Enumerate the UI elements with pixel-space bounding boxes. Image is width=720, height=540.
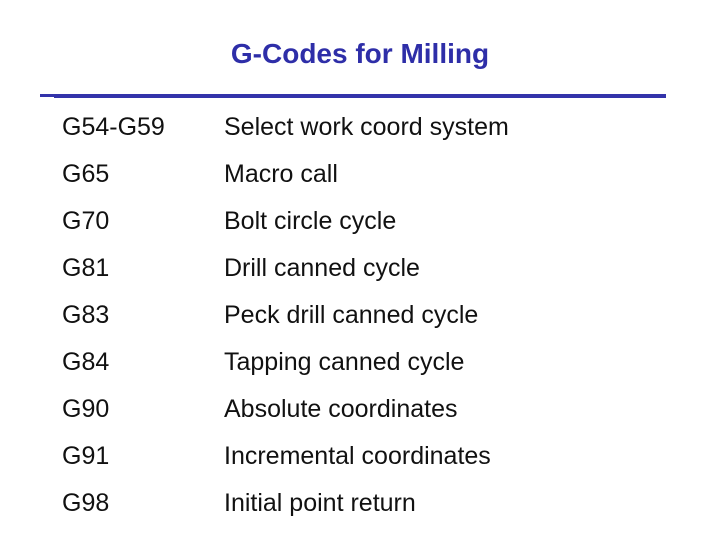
gcode: G83 [62, 301, 110, 329]
gcode: G70 [62, 207, 110, 235]
gcode-row: G65 Macro call [62, 151, 509, 198]
gcode-row: G84 Tapping canned cycle [62, 339, 509, 386]
gcode-row: G54-G59 Select work coord system [62, 104, 509, 151]
gcode-description: Select work coord system [224, 113, 509, 141]
gcode-row: G83 Peck drill canned cycle [62, 292, 509, 339]
gcode-row: G90 Absolute coordinates [62, 386, 509, 433]
gcode: G81 [62, 254, 110, 282]
gcode-row: G81 Drill canned cycle [62, 245, 509, 292]
gcode-description: Absolute coordinates [224, 395, 458, 423]
gcode-description: Incremental coordinates [224, 442, 491, 470]
gcode-row: G70 Bolt circle cycle [62, 198, 509, 245]
gcode-description: Bolt circle cycle [224, 207, 397, 235]
gcode-description: Tapping canned cycle [224, 348, 465, 376]
gcode-row: G98 Initial point return [62, 480, 509, 527]
slide-title: G-Codes for Milling [230, 38, 490, 69]
gcode-description: Peck drill canned cycle [224, 301, 479, 329]
gcode-description: Drill canned cycle [224, 254, 420, 282]
gcode: G90 [62, 395, 110, 423]
gcode-row: G91 Incremental coordinates [62, 433, 509, 480]
gcode: G65 [62, 160, 110, 188]
gcode-description: Macro call [224, 160, 338, 188]
gcode: G98 [62, 489, 110, 517]
gcode: G91 [62, 442, 110, 470]
gcode: G54-G59 [62, 113, 165, 141]
gcode: G84 [62, 348, 110, 376]
gcode-description: Initial point return [224, 489, 416, 517]
gcode-list: G54-G59 Select work coord system G65 Mac… [62, 104, 509, 527]
title-underline [54, 94, 666, 98]
